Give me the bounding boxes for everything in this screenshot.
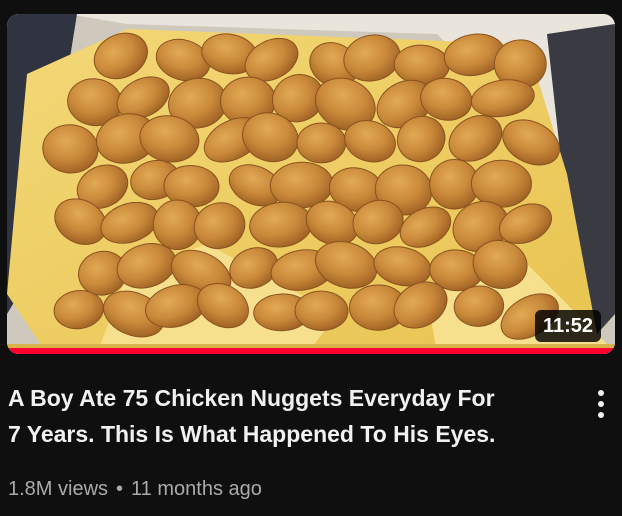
more-actions-button[interactable] xyxy=(588,384,614,424)
nugget-shape xyxy=(296,122,347,164)
nugget-shape xyxy=(470,159,532,208)
metadata-separator: • xyxy=(116,478,124,500)
video-title[interactable]: A Boy Ate 75 Chicken Nuggets Everyday Fo… xyxy=(8,380,568,452)
video-title-line-1: A Boy Ate 75 Chicken Nuggets Everyday Fo… xyxy=(8,385,495,411)
video-metadata: 1.8M views • 11 months ago xyxy=(8,475,262,503)
video-thumbnail[interactable]: 11:52 xyxy=(7,14,615,354)
watch-progress-bar xyxy=(7,348,615,354)
video-card[interactable]: 11:52 A Boy Ate 75 Chicken Nuggets Every… xyxy=(0,0,622,516)
video-title-line-2: 7 Years. This Is What Happened To His Ey… xyxy=(8,421,496,447)
nuggets-box-image xyxy=(7,14,615,354)
watch-progress-fill xyxy=(7,348,615,354)
video-duration-badge: 11:52 xyxy=(534,310,601,342)
view-count: 1.8M views xyxy=(8,478,109,500)
upload-age: 11 months ago xyxy=(131,478,262,500)
more-vertical-icon xyxy=(598,390,604,418)
nugget-shape xyxy=(294,290,349,331)
